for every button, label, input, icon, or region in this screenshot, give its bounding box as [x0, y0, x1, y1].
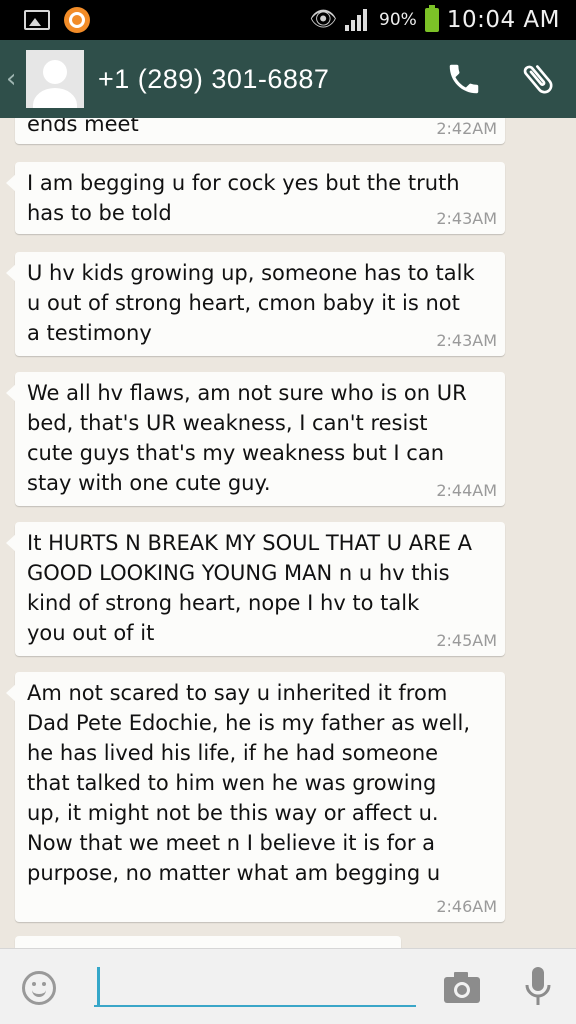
compose-bar [0, 948, 576, 1024]
message-bubble[interactable]: ends meet 2:42AM [15, 118, 505, 144]
message-text: U hv kids growing up, someone has to tal… [27, 261, 475, 345]
chat-header: ‹ +1 (289) 301-6887 [0, 40, 576, 118]
message-text: ends meet [27, 118, 139, 136]
message-time: 2:43AM [436, 209, 497, 228]
status-bar: 👁 90% 10:04 AM [0, 0, 576, 40]
battery-icon [424, 5, 439, 32]
message-bubble[interactable]: We all hv flaws, am not sure who is on U… [6, 372, 505, 506]
chevron-left-icon[interactable]: ‹ [6, 64, 22, 94]
app-notification-icon [64, 7, 90, 33]
message-input[interactable] [94, 965, 416, 1007]
microphone-icon[interactable] [522, 965, 554, 1009]
message-text: It HURTS N BREAK MY SOUL THAT U ARE A GO… [27, 531, 473, 645]
battery-percent: 90% [379, 10, 417, 30]
message-time: 2:46AM [436, 897, 497, 916]
contact-name[interactable]: +1 (289) 301-6887 [98, 64, 329, 95]
message-bubble[interactable]: U hv kids growing up, someone has to tal… [6, 252, 505, 356]
status-time: 10:04 AM [446, 7, 560, 33]
text-cursor [97, 967, 100, 1005]
message-bubble[interactable]: I am begging u for cock yes but the trut… [6, 162, 505, 234]
message-text: I am begging u for cock yes but the trut… [27, 171, 460, 225]
phone-icon[interactable] [444, 59, 484, 99]
message-bubble[interactable]: It HURTS N BREAK MY SOUL THAT U ARE A GO… [6, 522, 505, 656]
paperclip-icon[interactable] [518, 59, 558, 99]
smart-stay-eye-icon: 👁 [309, 7, 338, 32]
gallery-notification-icon [24, 10, 50, 30]
signal-icon [345, 9, 371, 31]
message-time: 2:45AM [436, 631, 497, 650]
message-bubble-partial[interactable] [15, 936, 401, 948]
camera-icon[interactable] [442, 969, 482, 1005]
message-time: 2:43AM [436, 331, 497, 350]
message-time: 2:44AM [436, 481, 497, 500]
message-text: We all hv flaws, am not sure who is on U… [27, 381, 467, 495]
message-text: Am not scared to say u inherited it from… [27, 681, 470, 885]
message-bubble[interactable]: Am not scared to say u inherited it from… [6, 672, 505, 922]
chat-area[interactable]: ends meet 2:42AM I am begging u for cock… [0, 118, 576, 948]
emoji-icon[interactable] [22, 971, 56, 1005]
message-time: 2:42AM [436, 119, 497, 138]
avatar[interactable] [26, 50, 84, 108]
